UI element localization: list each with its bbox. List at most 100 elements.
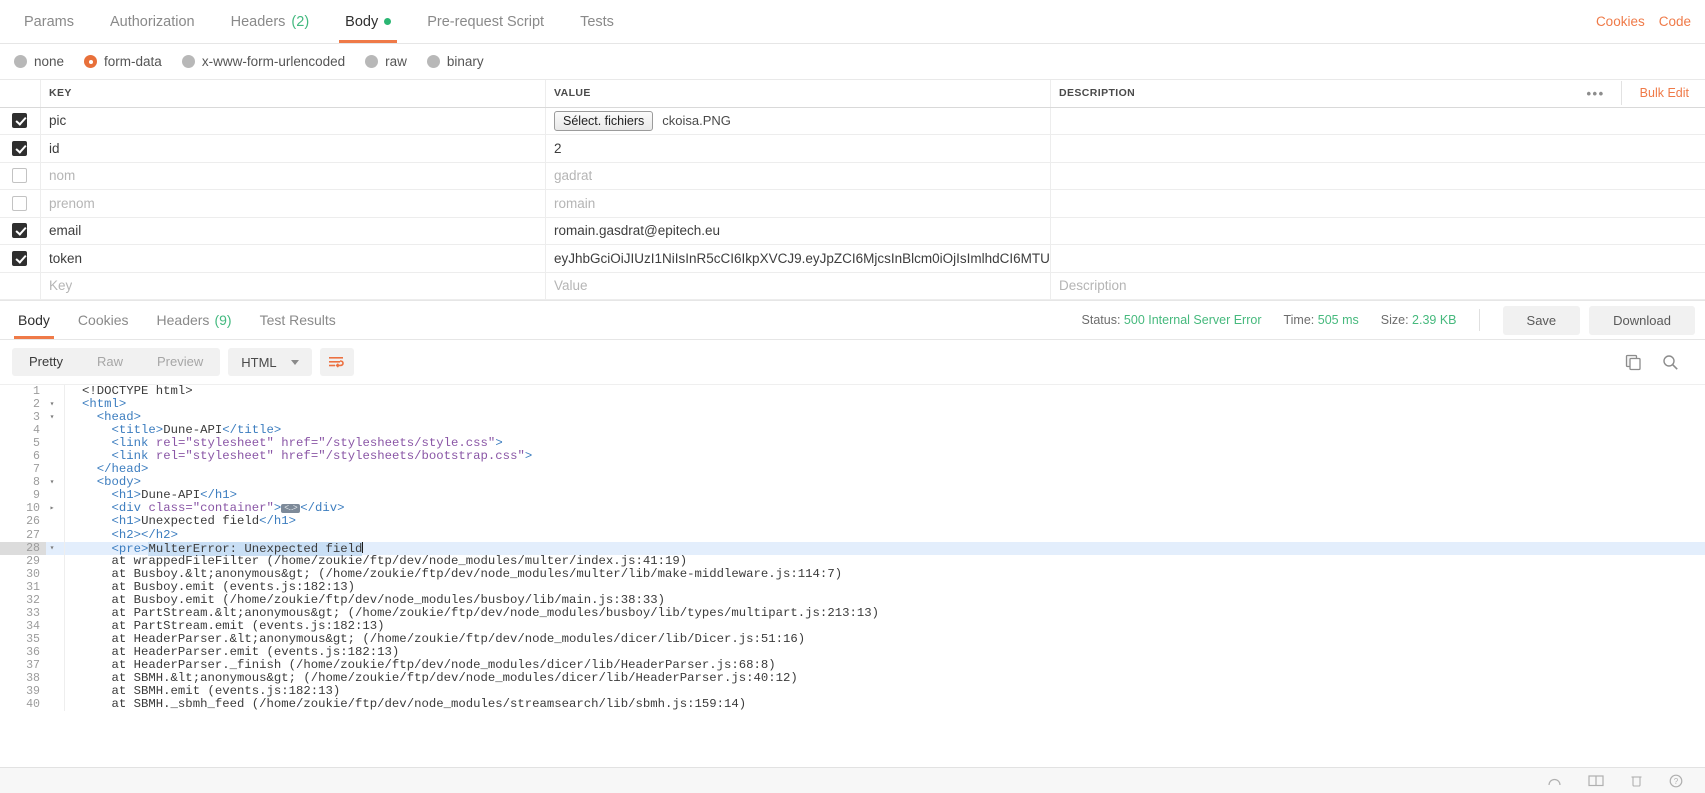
row-description-cell[interactable] [1050, 107, 1705, 134]
line-number: 33 [26, 606, 40, 620]
row-description-cell[interactable] [1050, 190, 1705, 217]
row-checkbox-cell [0, 218, 40, 245]
row-description-cell[interactable] [1050, 217, 1705, 244]
stack-trace-line: at PartStream.emit (events.js:182:13) [82, 618, 385, 633]
tab-params[interactable]: Params [6, 0, 92, 43]
row-key-cell[interactable]: pic [40, 107, 545, 134]
body-type-x-www-form-urlencoded[interactable]: x-www-form-urlencoded [180, 54, 355, 69]
save-response-button[interactable]: Save [1502, 305, 1581, 335]
row-key-cell[interactable]: id [40, 135, 545, 162]
response-tab-body[interactable]: Body [4, 301, 64, 339]
row-checkbox[interactable] [12, 168, 27, 184]
row-key-cell[interactable]: nom [40, 162, 545, 189]
new-key-placeholder: Key [49, 278, 73, 294]
trash-button[interactable] [1630, 774, 1643, 787]
line-number: 5 [33, 437, 40, 451]
fold-toggle[interactable]: ▾ [46, 542, 58, 555]
view-mode-preview[interactable]: Preview [140, 348, 220, 376]
body-type-binary[interactable]: binary [425, 54, 494, 69]
response-tab-cookies[interactable]: Cookies [64, 301, 143, 339]
tab-pre-request-script[interactable]: Pre-request Script [409, 0, 562, 43]
bootcamp-button[interactable] [1547, 774, 1562, 787]
cookies-link[interactable]: Cookies [1596, 14, 1645, 29]
fold-toggle[interactable]: ▸ [46, 502, 58, 515]
table-row: pic Sélect. fichiers ckoisa.PNG [0, 107, 1705, 135]
radio-icon[interactable] [426, 55, 440, 68]
select-files-button[interactable]: Sélect. fichiers [554, 110, 654, 131]
radio-icon[interactable] [181, 55, 195, 68]
row-checkbox[interactable] [12, 113, 27, 129]
help-button[interactable]: ? [1669, 774, 1683, 788]
search-button[interactable] [1662, 354, 1679, 371]
row-value-cell[interactable]: romain.gasdrat@epitech.eu [545, 217, 1050, 244]
radio-icon[interactable] [365, 55, 379, 68]
row-checkbox-cell [0, 245, 40, 272]
row-checkbox-cell [0, 273, 40, 300]
code-link[interactable]: Code [1659, 14, 1691, 29]
line-number: 35 [26, 632, 40, 646]
body-type-form-data[interactable]: form-data [82, 54, 172, 69]
view-mode-raw[interactable]: Raw [80, 348, 140, 376]
row-key-cell[interactable]: prenom [40, 190, 545, 217]
row-checkbox-cell [0, 135, 40, 162]
row-value-cell[interactable]: gadrat [545, 162, 1050, 189]
tab-label: Params [24, 13, 74, 30]
status-label: Status: [1081, 313, 1121, 327]
line-number: 36 [26, 645, 40, 659]
new-description-input[interactable]: Description [1050, 272, 1705, 299]
response-tab-headers[interactable]: Headers (9) [143, 301, 246, 339]
language-dropdown[interactable]: HTML [228, 348, 312, 376]
column-header-value: VALUE [545, 80, 1050, 107]
response-meta-bar: Status: 500 Internal Server Error Time: … [1082, 301, 1705, 339]
status-value: 500 Internal Server Error [1123, 313, 1262, 327]
row-value-cell-file[interactable]: Sélect. fichiers ckoisa.PNG [545, 107, 1050, 134]
row-description-cell[interactable] [1050, 245, 1705, 272]
title-inner-text: Dune-API [163, 423, 223, 438]
row-value-cell[interactable]: romain [545, 190, 1050, 217]
row-checkbox[interactable] [12, 250, 27, 266]
row-key-text: token [49, 250, 83, 266]
row-checkbox[interactable] [12, 195, 27, 211]
size-value: 2.39 KB [1412, 313, 1457, 327]
fold-toggle[interactable]: ▾ [46, 476, 58, 489]
row-value-cell[interactable]: eyJhbGciOiJIUzI1NiIsInR5cCI6IkpXVCJ9.eyJ… [545, 245, 1050, 272]
line-number: 30 [26, 567, 40, 581]
tab-headers[interactable]: Headers (2) [213, 0, 328, 43]
code-line: 34 at PartStream.emit (events.js:182:13) [0, 618, 1705, 633]
headers-count-badge: (2) [291, 13, 310, 30]
body-type-none[interactable]: none [12, 54, 74, 69]
collapsed-code-chip[interactable]: <…> [281, 504, 301, 514]
tab-body[interactable]: Body [327, 0, 409, 43]
body-type-raw[interactable]: raw [363, 54, 417, 69]
response-body-code-editor[interactable]: 1 <!DOCTYPE html> 2 ▾ <html> 3 ▾ <head> 4 <t… [0, 384, 1705, 767]
table-row-new: Key Value Description [0, 272, 1705, 300]
bulk-edit-link[interactable]: Bulk Edit [1620, 81, 1705, 106]
row-key-cell[interactable]: token [40, 245, 545, 272]
row-description-cell[interactable] [1050, 162, 1705, 189]
more-options-icon[interactable]: ••• [1571, 86, 1621, 101]
row-value-cell[interactable]: 2 [545, 135, 1050, 162]
download-response-button[interactable]: Download [1589, 305, 1695, 335]
response-tab-test-results[interactable]: Test Results [246, 301, 350, 339]
new-key-input[interactable]: Key [40, 272, 545, 299]
table-row: nom gadrat [0, 162, 1705, 190]
row-key-text: prenom [49, 195, 95, 211]
table-row: prenom romain [0, 190, 1705, 218]
fold-toggle[interactable]: ▾ [46, 398, 58, 411]
tab-authorization[interactable]: Authorization [92, 0, 213, 43]
fold-toggle[interactable]: ▾ [46, 411, 58, 424]
tab-tests[interactable]: Tests [562, 0, 632, 43]
row-checkbox[interactable] [12, 140, 27, 156]
radio-icon[interactable] [14, 55, 27, 68]
new-value-input[interactable]: Value [545, 272, 1050, 299]
copy-button[interactable] [1625, 354, 1642, 371]
row-key-cell[interactable]: email [40, 217, 545, 244]
row-description-cell[interactable] [1050, 135, 1705, 162]
two-pane-button[interactable] [1588, 774, 1604, 787]
view-mode-pretty[interactable]: Pretty [12, 348, 80, 376]
word-wrap-button[interactable] [319, 348, 354, 376]
row-checkbox[interactable] [12, 223, 27, 239]
view-mode-segmented-control: Pretty Raw Preview [12, 348, 221, 376]
radio-icon-selected[interactable] [84, 55, 98, 68]
line-number: 26 [26, 515, 40, 529]
